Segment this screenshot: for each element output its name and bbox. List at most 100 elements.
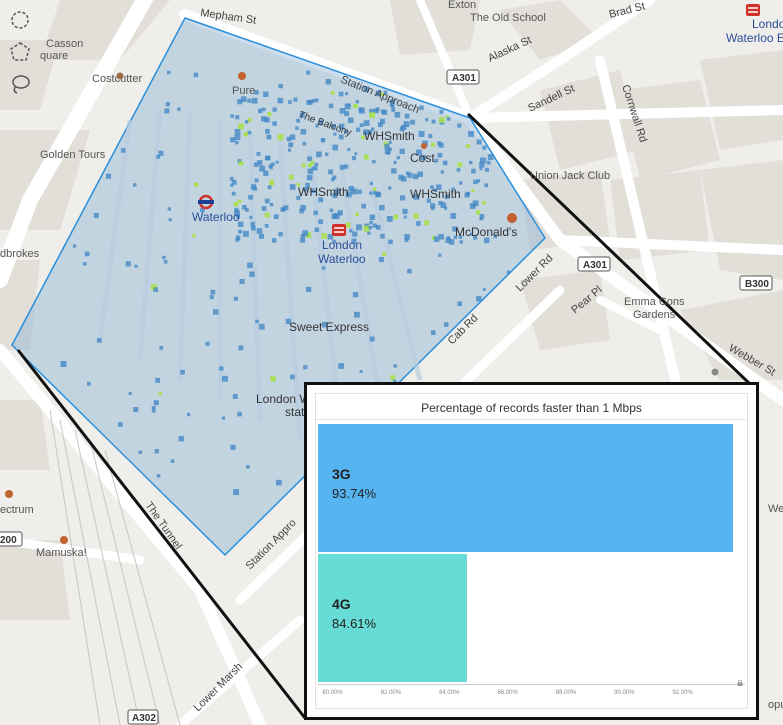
data-point (457, 123, 462, 128)
label-whsmith-3: WHSmith (410, 187, 461, 201)
data-point (288, 142, 294, 148)
bar-label: 4G (332, 596, 351, 612)
data-point (271, 238, 277, 243)
label-exton: Exton (448, 0, 476, 11)
data-point (413, 173, 419, 180)
data-point (162, 255, 166, 260)
data-point (468, 160, 473, 165)
data-point (354, 152, 358, 156)
data-point (472, 200, 479, 207)
circle-select-icon (11, 11, 29, 29)
circle-select-tool[interactable] (6, 6, 34, 34)
data-point (352, 231, 358, 237)
label-a302: A302 (132, 713, 156, 724)
data-point (213, 309, 219, 315)
data-point (302, 230, 309, 237)
data-point (60, 361, 67, 367)
data-point (237, 199, 242, 204)
x-tick-label: 90.00% (614, 690, 635, 696)
data-point (345, 222, 351, 228)
data-point (325, 152, 329, 156)
bar-value-label: 93.74% (332, 486, 377, 501)
data-point (384, 143, 390, 149)
data-point (277, 97, 284, 104)
data-point (424, 220, 430, 226)
data-point (235, 235, 241, 240)
data-point (307, 168, 313, 174)
data-point (506, 270, 511, 274)
data-point (238, 345, 244, 351)
data-point (155, 377, 161, 383)
data-point (194, 182, 199, 187)
data-point (243, 131, 248, 137)
data-point (442, 160, 448, 166)
data-point (267, 112, 272, 117)
data-point (328, 103, 334, 109)
bar-3g[interactable]: 3G 93.74% (318, 424, 734, 552)
data-point (125, 261, 131, 267)
data-point (158, 392, 162, 396)
data-point (288, 148, 292, 152)
data-point (438, 233, 444, 240)
data-point (163, 260, 168, 264)
bar-4g[interactable]: 4G 84.61% (318, 554, 468, 682)
label-mcdonalds: McDonald's (455, 225, 517, 239)
data-point (348, 117, 354, 123)
data-point (177, 107, 181, 111)
data-point (320, 138, 325, 143)
data-point (230, 114, 234, 118)
data-point (152, 409, 156, 413)
data-point (275, 160, 279, 164)
data-point (230, 444, 236, 450)
data-point (93, 212, 99, 218)
data-point (254, 178, 259, 183)
restaurant-icon (507, 213, 517, 223)
label-pure: Pure (232, 85, 255, 97)
label-ladbrokes: dbrokes (0, 248, 40, 260)
data-point (255, 319, 259, 324)
label-whsmith-2: WHSmith (298, 185, 349, 199)
data-point (363, 225, 370, 232)
data-point (265, 155, 271, 161)
data-point (234, 128, 241, 135)
data-point (106, 173, 112, 179)
bar-chart: Percentage of records faster than 1 Mbps… (315, 393, 748, 709)
data-point (358, 107, 363, 112)
data-point (457, 301, 462, 307)
data-point (459, 240, 463, 244)
data-point (347, 148, 351, 152)
label-a200: 200 (0, 535, 17, 546)
data-point (268, 164, 273, 169)
data-point (306, 70, 311, 75)
polygon-select-tool[interactable] (6, 38, 34, 66)
data-point (331, 177, 335, 182)
data-point (233, 202, 238, 207)
data-point (356, 127, 361, 132)
label-old-school: The Old School (470, 12, 546, 24)
data-point (456, 168, 461, 172)
label-union-jack: Union Jack Club (530, 170, 610, 182)
data-point (313, 210, 318, 216)
data-point (270, 376, 276, 382)
rail-icon (332, 224, 346, 236)
lock-icon (737, 680, 743, 686)
data-point (133, 183, 137, 187)
data-point (400, 195, 406, 201)
data-point (351, 188, 358, 195)
data-point (468, 131, 474, 137)
lasso-select-tool[interactable] (6, 70, 34, 98)
data-point (476, 210, 481, 215)
data-point (322, 266, 326, 270)
label-b300: B300 (745, 279, 769, 290)
data-point (479, 217, 483, 221)
data-point (261, 206, 267, 211)
data-point (238, 161, 244, 166)
data-point (257, 160, 263, 166)
data-point (156, 474, 161, 478)
data-point (237, 411, 242, 417)
data-point (359, 123, 364, 128)
theatre-icon (711, 368, 719, 376)
data-point (333, 212, 340, 219)
x-tick-label: 84.00% (439, 690, 460, 696)
data-point (471, 188, 475, 192)
